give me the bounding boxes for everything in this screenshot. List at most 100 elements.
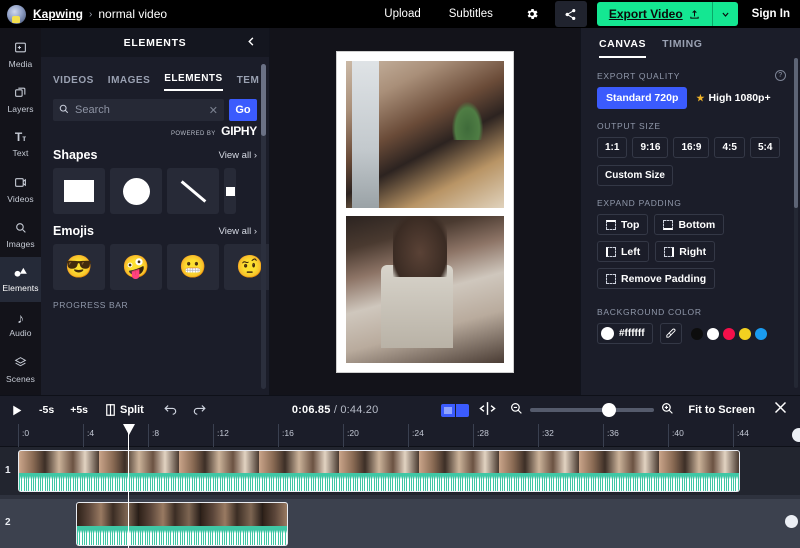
undo-icon[interactable]	[164, 403, 178, 418]
canvas-stage[interactable]	[270, 28, 580, 395]
canvas-clip-top[interactable]	[346, 60, 504, 208]
timeline-clip-1[interactable]	[18, 450, 740, 492]
sidebar-item-text[interactable]: Tᴛ Text	[0, 122, 41, 167]
tab-videos[interactable]: VIDEOS	[53, 75, 94, 91]
sidebar-item-images[interactable]: Images	[0, 212, 41, 257]
playhead-handle[interactable]	[123, 424, 135, 435]
export-video-label: Export Video	[608, 7, 683, 21]
ruler-tick: :32	[538, 424, 554, 447]
subtitles-button[interactable]: Subtitles	[449, 8, 493, 20]
custom-size-button[interactable]: Custom Size	[597, 165, 673, 186]
emoji-tile-1[interactable]: 😎	[53, 244, 105, 290]
images-icon	[14, 221, 27, 236]
padding-bottom-button[interactable]: Bottom	[654, 214, 725, 235]
padding-left-button[interactable]: Left	[597, 241, 650, 262]
search-go-button[interactable]: Go	[229, 99, 257, 121]
shape-tile-partial[interactable]	[224, 168, 236, 214]
back-5s-button[interactable]: -5s	[39, 404, 54, 416]
sidebar-item-scenes[interactable]: Scenes	[0, 347, 41, 392]
fit-to-screen-button[interactable]: Fit to Screen	[688, 404, 755, 416]
emojis-section-header: Emojis View all ›	[41, 214, 269, 244]
panel-scrollbar[interactable]	[261, 64, 266, 389]
right-panel-scrollbar-thumb[interactable]	[794, 58, 798, 208]
giphy-wordmark: GIPHY	[221, 124, 257, 138]
export-dropdown-button[interactable]	[711, 2, 738, 26]
upload-button[interactable]: Upload	[384, 8, 420, 20]
gear-icon[interactable]	[521, 3, 543, 25]
sidebar-item-layers[interactable]: Layers	[0, 77, 41, 122]
split-view-icon[interactable]	[479, 402, 497, 418]
timeline-clip-2[interactable]	[76, 502, 288, 546]
sidebar-item-elements[interactable]: Elements	[0, 257, 41, 302]
kapwing-logo-icon[interactable]	[7, 4, 26, 24]
zoom-slider[interactable]	[530, 403, 655, 417]
chevron-left-icon[interactable]	[246, 35, 257, 51]
tab-templates[interactable]: TEM	[237, 75, 260, 91]
forward-5s-button[interactable]: +5s	[70, 404, 88, 416]
share-icon[interactable]	[554, 1, 587, 27]
eyedropper-icon[interactable]	[659, 323, 682, 344]
ratio-5-4-button[interactable]: 5:4	[749, 137, 781, 158]
canvas-clip-bottom[interactable]	[346, 215, 504, 363]
circle-shape-icon	[122, 177, 150, 205]
swatch-white[interactable]	[706, 327, 719, 340]
canvas-preview[interactable]	[336, 50, 514, 373]
audio-icon: ♪	[17, 309, 24, 326]
quality-standard-720p-button[interactable]: Standard 720p	[597, 87, 688, 109]
ratio-4-5-button[interactable]: 4:5	[714, 137, 745, 158]
sign-in-button[interactable]: Sign In	[752, 8, 790, 20]
tab-images[interactable]: IMAGES	[108, 75, 150, 91]
sidebar-item-audio[interactable]: ♪ Audio	[0, 302, 41, 347]
timeline-end-handle[interactable]	[785, 515, 798, 528]
ratio-9-16-button[interactable]: 9:16	[632, 137, 669, 158]
tab-canvas[interactable]: CANVAS	[599, 38, 647, 58]
remove-padding-button[interactable]: Remove Padding	[597, 268, 716, 289]
panel-scrollbar-thumb[interactable]	[261, 64, 266, 136]
split-button[interactable]: Split	[106, 404, 144, 416]
timeline-track-1[interactable]: 1	[0, 447, 800, 495]
ratio-1-1-button[interactable]: 1:1	[597, 137, 628, 158]
redo-icon[interactable]	[192, 403, 206, 418]
close-icon[interactable]	[773, 400, 788, 420]
split-label: Split	[120, 404, 144, 416]
quality-high-1080p-button[interactable]: ★ High 1080p+	[687, 87, 779, 109]
background-color-chip[interactable]: #ffffff	[597, 323, 653, 344]
search-clear-icon[interactable]: ✕	[209, 104, 218, 117]
sidebar-item-media[interactable]: Media	[0, 32, 41, 77]
zoom-slider-knob[interactable]	[602, 403, 617, 417]
swatch-blue[interactable]	[754, 327, 767, 340]
export-video-button[interactable]: Export Video	[596, 2, 712, 26]
search-input[interactable]: Search ✕	[53, 99, 224, 121]
emojis-view-all[interactable]: View all ›	[219, 226, 257, 237]
shape-tile-line[interactable]	[167, 168, 219, 214]
timeline-track-2[interactable]: 2	[0, 499, 800, 548]
shape-tile-circle[interactable]	[110, 168, 162, 214]
videos-icon	[14, 176, 27, 191]
track-number: 2	[5, 517, 11, 528]
shapes-view-all[interactable]: View all ›	[219, 150, 257, 161]
swatch-yellow[interactable]	[738, 327, 751, 340]
tab-timing[interactable]: TIMING	[662, 38, 702, 58]
padding-right-button[interactable]: Right	[655, 241, 716, 262]
emoji-tile-3[interactable]: 😬	[167, 244, 219, 290]
ruler-end-handle[interactable]	[792, 428, 800, 442]
ratio-16-9-button[interactable]: 16:9	[673, 137, 710, 158]
timeline-ruler[interactable]: :0 :4 :8 :12 :16 :20 :24 :28 :32 :36 :40…	[0, 424, 800, 447]
padding-top-button[interactable]: Top	[597, 214, 649, 235]
tab-elements[interactable]: ELEMENTS	[164, 73, 223, 91]
sidebar-item-videos[interactable]: Videos	[0, 167, 41, 212]
swatch-red[interactable]	[722, 327, 735, 340]
swatch-black[interactable]	[690, 327, 703, 340]
right-panel-scrollbar[interactable]	[794, 58, 798, 388]
zoom-in-icon[interactable]	[661, 402, 674, 418]
clip-waveform	[77, 526, 287, 545]
zoom-out-icon[interactable]	[510, 402, 523, 418]
export-quality-section: EXPORT QUALITY ?	[581, 58, 800, 87]
emoji-tile-2[interactable]: 🤪	[110, 244, 162, 290]
brand-link[interactable]: Kapwing	[33, 7, 83, 21]
timeline-layout-icon[interactable]	[441, 403, 470, 417]
help-icon[interactable]: ?	[775, 70, 786, 81]
play-icon[interactable]	[10, 404, 23, 417]
shape-tile-rectangle[interactable]	[53, 168, 105, 214]
project-title[interactable]: normal video	[98, 7, 167, 21]
